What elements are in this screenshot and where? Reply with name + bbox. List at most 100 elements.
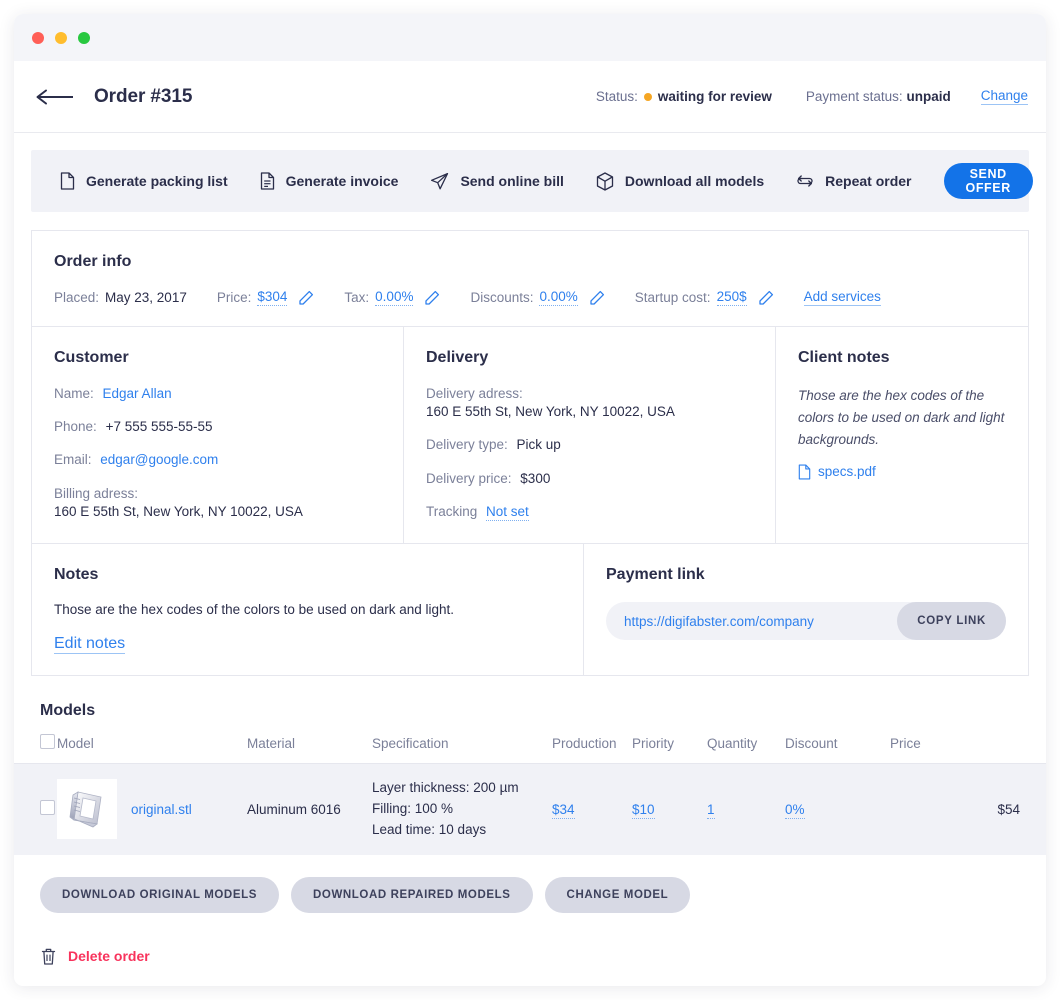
send-online-bill-label: Send online bill bbox=[460, 173, 563, 189]
edit-price-button[interactable] bbox=[298, 290, 314, 306]
discounts-field: Discounts: 0.00% bbox=[470, 289, 604, 306]
column-price[interactable]: Price bbox=[890, 734, 1046, 764]
startup-cost-field: Startup cost: 250$ bbox=[635, 289, 774, 306]
delivery-price-row: Delivery price: $300 bbox=[426, 470, 753, 488]
status-label: Status: bbox=[596, 89, 638, 104]
repeat-order-button[interactable]: Repeat order bbox=[796, 172, 911, 190]
3d-model-thumbnail[interactable] bbox=[57, 779, 117, 839]
customer-email-value[interactable]: edgar@google.com bbox=[100, 452, 218, 467]
column-priority[interactable]: Priority bbox=[632, 734, 707, 764]
models-table-body: original.stl Aluminum 6016 Layer thickne… bbox=[14, 764, 1046, 855]
window-zoom-button[interactable] bbox=[78, 32, 90, 44]
delivery-price-label: Delivery price: bbox=[426, 471, 512, 486]
trash-icon bbox=[40, 947, 57, 966]
page-title: Order #315 bbox=[94, 86, 192, 108]
discount-value[interactable]: 0% bbox=[785, 802, 805, 819]
spec-lead-time: Lead time: 10 days bbox=[372, 820, 552, 841]
row-specification-cell: Layer thickness: 200 µm Filling: 100 % L… bbox=[372, 764, 552, 855]
add-services-link[interactable]: Add services bbox=[804, 289, 881, 306]
delivery-address-row: Delivery adress: 160 E 55th St, New York… bbox=[426, 385, 753, 421]
models-header-row: Model Material Specification Production … bbox=[14, 734, 1046, 764]
payment-status: Payment status: unpaid bbox=[806, 89, 951, 104]
payment-link-url[interactable]: https://digifabster.com/company bbox=[624, 614, 897, 629]
client-notes-title: Client notes bbox=[798, 349, 1006, 367]
placed-value: May 23, 2017 bbox=[105, 290, 187, 305]
startup-cost-value[interactable]: 250$ bbox=[717, 289, 747, 306]
payment-link-box: https://digifabster.com/company COPY LIN… bbox=[606, 602, 1006, 640]
window-minimize-button[interactable] bbox=[55, 32, 67, 44]
arrow-left-icon bbox=[35, 89, 75, 105]
customer-name-value[interactable]: Edgar Allan bbox=[103, 386, 172, 401]
send-offer-button[interactable]: SEND OFFER bbox=[944, 163, 1033, 199]
copy-link-button[interactable]: COPY LINK bbox=[897, 602, 1006, 640]
column-discount[interactable]: Discount bbox=[785, 734, 890, 764]
status-dot-icon bbox=[644, 93, 652, 101]
download-original-models-button[interactable]: DOWNLOAD ORIGINAL MODELS bbox=[40, 877, 279, 913]
client-notes-attachment[interactable]: specs.pdf bbox=[798, 464, 1006, 480]
notes-text: Those are the hex codes of the colors to… bbox=[54, 602, 561, 617]
customer-name-label: Name: bbox=[54, 386, 94, 401]
customer-title: Customer bbox=[54, 349, 381, 367]
column-quantity[interactable]: Quantity bbox=[707, 734, 785, 764]
delivery-type-row: Delivery type: Pick up bbox=[426, 436, 753, 454]
download-repaired-models-button[interactable]: DOWNLOAD REPAIRED MODELS bbox=[291, 877, 533, 913]
startup-cost-label: Startup cost: bbox=[635, 290, 711, 305]
delivery-type-value: Pick up bbox=[517, 437, 561, 452]
change-status-link[interactable]: Change bbox=[981, 88, 1028, 105]
customer-section: Customer Name: Edgar Allan Phone: +7 555… bbox=[32, 327, 404, 543]
repeat-order-label: Repeat order bbox=[825, 173, 911, 189]
edit-discounts-button[interactable] bbox=[589, 290, 605, 306]
column-model[interactable]: Model bbox=[57, 734, 247, 764]
price-value[interactable]: $304 bbox=[257, 289, 287, 306]
order-details-card: Order info Placed: May 23, 2017 Price: $… bbox=[31, 230, 1029, 676]
delivery-type-label: Delivery type: bbox=[426, 437, 508, 452]
row-material-cell: Aluminum 6016 bbox=[247, 764, 372, 855]
customer-email-row: Email: edgar@google.com bbox=[54, 451, 381, 469]
placed-label: Placed: bbox=[54, 290, 99, 305]
tax-value[interactable]: 0.00% bbox=[375, 289, 413, 306]
order-info-title: Order info bbox=[54, 253, 1006, 271]
delete-order-label: Delete order bbox=[68, 948, 150, 964]
window-close-button[interactable] bbox=[32, 32, 44, 44]
change-model-button[interactable]: CHANGE MODEL bbox=[545, 877, 691, 913]
file-icon bbox=[60, 172, 75, 190]
model-file-name[interactable]: original.stl bbox=[131, 802, 192, 817]
window-titlebar bbox=[14, 14, 1046, 61]
quantity-value[interactable]: 1 bbox=[707, 802, 715, 819]
order-status: Status: waiting for review bbox=[596, 89, 772, 104]
row-price-cell: $54 bbox=[890, 764, 1046, 855]
download-all-models-button[interactable]: Download all models bbox=[596, 172, 764, 191]
pencil-icon bbox=[424, 290, 440, 306]
back-button[interactable] bbox=[32, 82, 78, 112]
column-material[interactable]: Material bbox=[247, 734, 372, 764]
row-checkbox[interactable] bbox=[40, 800, 55, 815]
production-value[interactable]: $34 bbox=[552, 802, 575, 819]
select-all-checkbox[interactable] bbox=[40, 734, 55, 749]
customer-name-row: Name: Edgar Allan bbox=[54, 385, 381, 403]
customer-phone-row: Phone: +7 555 555-55-55 bbox=[54, 418, 381, 436]
delivery-price-value: $300 bbox=[520, 471, 550, 486]
payment-link-title: Payment link bbox=[606, 566, 1006, 584]
tax-field: Tax: 0.00% bbox=[344, 289, 440, 306]
delivery-address-value: 160 E 55th St, New York, NY 10022, USA bbox=[426, 403, 753, 421]
customer-email-label: Email: bbox=[54, 452, 92, 467]
generate-invoice-button[interactable]: Generate invoice bbox=[260, 172, 399, 190]
file-icon bbox=[798, 464, 811, 480]
column-specification[interactable]: Specification bbox=[372, 734, 552, 764]
send-online-bill-button[interactable]: Send online bill bbox=[430, 172, 563, 191]
repeat-icon bbox=[796, 172, 814, 190]
edit-startup-cost-button[interactable] bbox=[758, 290, 774, 306]
discounts-value[interactable]: 0.00% bbox=[539, 289, 577, 306]
file-lines-icon bbox=[260, 172, 275, 190]
row-production-cell: $34 bbox=[552, 764, 632, 855]
pencil-icon bbox=[298, 290, 314, 306]
notes-payment-row: Notes Those are the hex codes of the col… bbox=[32, 544, 1028, 675]
priority-value[interactable]: $10 bbox=[632, 802, 655, 819]
edit-notes-link[interactable]: Edit notes bbox=[54, 635, 125, 654]
delete-order-button[interactable]: Delete order bbox=[40, 947, 1046, 966]
tracking-value-link[interactable]: Not set bbox=[486, 504, 529, 521]
column-production[interactable]: Production bbox=[552, 734, 632, 764]
generate-packing-list-button[interactable]: Generate packing list bbox=[60, 172, 228, 190]
row-quantity-cell: 1 bbox=[707, 764, 785, 855]
edit-tax-button[interactable] bbox=[424, 290, 440, 306]
